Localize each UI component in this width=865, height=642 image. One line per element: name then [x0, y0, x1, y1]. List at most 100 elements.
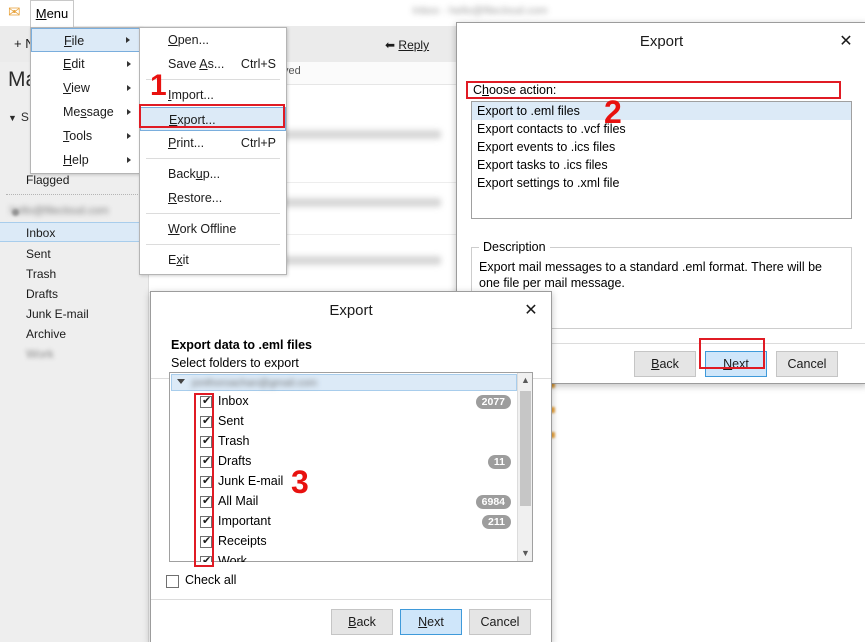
- menu-item-open[interactable]: Open...: [140, 28, 286, 52]
- chevron-up-icon[interactable]: ▲: [518, 373, 533, 388]
- menu-item-work-offline[interactable]: Work Offline: [140, 217, 286, 241]
- menu-item-exit[interactable]: Exit: [140, 248, 286, 272]
- tree-row-junk-email[interactable]: Junk E-mail: [170, 473, 517, 492]
- tree-row-important[interactable]: Important 211: [170, 513, 517, 532]
- folder-tree-scrollbar[interactable]: ▲ ▼: [517, 373, 532, 561]
- checkbox-all-mail[interactable]: [200, 494, 212, 508]
- sidebar-item-label: Work: [26, 347, 54, 361]
- reply-button-label: Reply: [398, 38, 430, 52]
- checkbox-sent[interactable]: [200, 414, 212, 428]
- checkbox-check-all[interactable]: [166, 575, 179, 588]
- submenu-arrow-icon: [126, 37, 130, 43]
- smart-folders-header[interactable]: ▼ S: [8, 110, 29, 124]
- scrollbar-thumb[interactable]: [520, 391, 531, 506]
- tree-account-row[interactable]: jonthoroachan@gmail.com: [171, 374, 517, 391]
- sidebar-item-trash[interactable]: Trash: [0, 264, 148, 284]
- submenu-arrow-icon: [127, 85, 131, 91]
- annotation-step-2: 2: [604, 94, 622, 130]
- tree-row-label: Drafts: [218, 454, 252, 468]
- submenu-arrow-icon: [127, 157, 131, 163]
- chevron-down-icon: [177, 379, 185, 384]
- export-action-dialog-title: Export: [457, 23, 865, 61]
- tree-row-label: Inbox: [218, 394, 249, 408]
- submenu-arrow-icon: [127, 61, 131, 67]
- checkbox-receipts[interactable]: [200, 534, 212, 548]
- back-button[interactable]: Back: [634, 351, 696, 377]
- action-listbox[interactable]: Export to .eml files Export contacts to …: [471, 101, 852, 219]
- menu-item-restore[interactable]: Restore...: [140, 186, 286, 210]
- close-icon[interactable]: ✕: [521, 301, 541, 321]
- reply-button[interactable]: ⬅ Reply: [385, 38, 429, 52]
- tree-row-receipts[interactable]: Receipts: [170, 533, 517, 552]
- sidebar-item-inbox[interactable]: Inbox: [0, 222, 148, 242]
- menu-item-view[interactable]: View: [31, 76, 140, 100]
- next-button[interactable]: Next: [705, 351, 767, 377]
- submenu-arrow-icon: [127, 109, 131, 115]
- action-item-export-settings-xml[interactable]: Export settings to .xml file: [472, 174, 851, 192]
- folder-tree[interactable]: jonthoroachan@gmail.com Inbox 2077 Sent …: [169, 372, 533, 562]
- action-item-export-tasks-ics[interactable]: Export tasks to .ics files: [472, 156, 851, 174]
- chevron-down-icon[interactable]: ▼: [518, 546, 533, 561]
- annotation-step-3: 3: [291, 464, 309, 500]
- chevron-down-icon: ▼: [8, 113, 17, 123]
- checkbox-trash[interactable]: [200, 434, 212, 448]
- sidebar-item-label: Junk E-mail: [26, 307, 89, 321]
- sidebar-item-label: Flagged: [26, 173, 70, 187]
- sidebar-item-sent[interactable]: Sent: [0, 244, 148, 264]
- menu-item-file[interactable]: File: [31, 28, 140, 52]
- message-count-badge: 211: [482, 515, 511, 529]
- menu-item-print[interactable]: Print... Ctrl+P: [140, 131, 286, 155]
- menu-separator: [146, 213, 280, 214]
- checkbox-drafts[interactable]: [200, 454, 212, 468]
- action-item-export-events-ics[interactable]: Export events to .ics files: [472, 138, 851, 156]
- action-item-export-eml[interactable]: Export to .eml files: [472, 102, 851, 120]
- sidebar-item-work[interactable]: Work: [0, 344, 148, 364]
- description-text: Export mail messages to a standard .eml …: [479, 260, 822, 290]
- smart-folders-label: S: [20, 110, 29, 124]
- tree-row-all-mail[interactable]: All Mail 6984: [170, 493, 517, 512]
- tree-row-trash[interactable]: Trash: [170, 433, 517, 452]
- menu-item-edit[interactable]: Edit: [31, 52, 140, 76]
- tree-row-sent[interactable]: Sent: [170, 413, 517, 432]
- sidebar-item-junk-email[interactable]: Junk E-mail: [0, 304, 148, 324]
- tree-row-drafts[interactable]: Drafts 11: [170, 453, 517, 472]
- checkbox-important[interactable]: [200, 514, 212, 528]
- sidebar-item-archive[interactable]: Archive: [0, 324, 148, 344]
- export-folders-subtitle: Export data to .eml files: [171, 338, 313, 352]
- menu-separator: [146, 158, 280, 159]
- cancel-button[interactable]: Cancel: [776, 351, 838, 377]
- menu-item-message[interactable]: Message: [31, 100, 140, 124]
- menu-item-tools[interactable]: Tools: [31, 124, 140, 148]
- checkbox-junk-email[interactable]: [200, 474, 212, 488]
- action-item-export-vcf[interactable]: Export contacts to .vcf files: [472, 120, 851, 138]
- menu-item-help[interactable]: Help: [31, 148, 140, 172]
- menu-button-accel: M: [35, 6, 47, 21]
- sidebar-item-label: Trash: [26, 267, 57, 281]
- screenshot-root: ✉ Inbox - hello@filecloud.com + N ⬅ Repl…: [0, 0, 865, 642]
- checkbox-inbox[interactable]: [200, 394, 212, 408]
- back-button[interactable]: Back: [331, 609, 393, 635]
- window-title: Inbox - hello@filecloud.com: [412, 5, 548, 17]
- menu-item-export[interactable]: Export...: [140, 107, 286, 131]
- close-icon[interactable]: ✕: [836, 32, 856, 52]
- menu-button-label: enu: [46, 6, 69, 21]
- tree-row-work[interactable]: Work: [170, 553, 517, 562]
- menu-separator: [146, 244, 280, 245]
- checkbox-work[interactable]: [200, 554, 212, 562]
- sidebar-item-drafts[interactable]: Drafts: [0, 284, 148, 304]
- tree-row-inbox[interactable]: Inbox 2077: [170, 393, 517, 412]
- sidebar-item-label: Archive: [26, 327, 67, 341]
- export-folders-subtext: Select folders to export: [171, 356, 299, 370]
- sidebar-divider: [6, 194, 142, 195]
- tree-row-label: Trash: [218, 434, 250, 448]
- menu-file-submenu: Open... Save As... Ctrl+S Import... Expor…: [139, 27, 287, 275]
- next-button[interactable]: Next: [400, 609, 462, 635]
- export-folders-dialog-title: Export: [151, 292, 551, 330]
- menu-shortcut: Ctrl+S: [240, 57, 276, 71]
- cancel-button[interactable]: Cancel: [469, 609, 531, 635]
- reply-arrow-icon: ⬅: [385, 38, 396, 52]
- sidebar-item-label: Sent: [26, 247, 51, 261]
- menu-item-backup[interactable]: Backup...: [140, 162, 286, 186]
- menu-button[interactable]: Menu: [30, 0, 74, 27]
- tree-row-label: Work: [218, 554, 247, 562]
